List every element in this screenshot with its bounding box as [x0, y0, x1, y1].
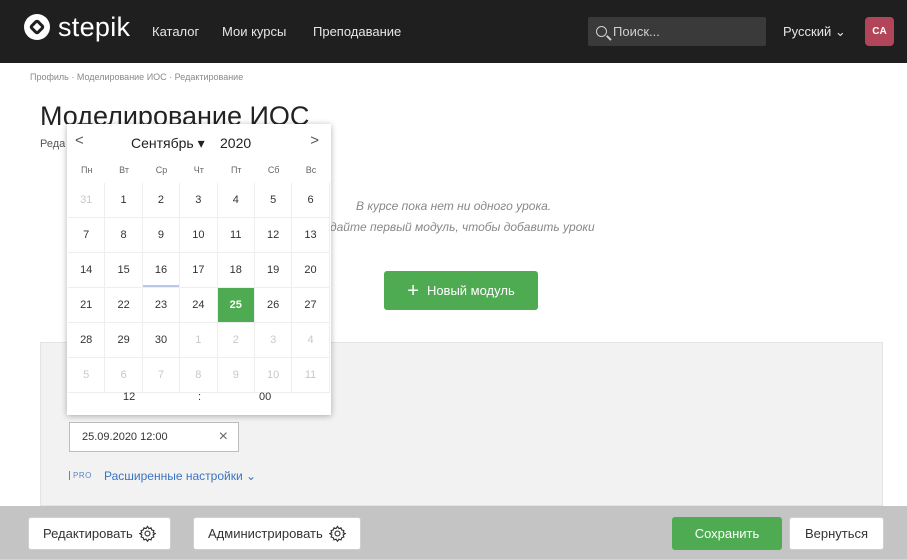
calendar-day[interactable]: 12 — [254, 218, 293, 253]
calendar-day[interactable]: 1 — [180, 323, 218, 358]
nav-link-teaching[interactable]: Преподавание — [313, 24, 401, 39]
brand-name: stepik — [58, 12, 131, 42]
calendar-day[interactable]: 20 — [292, 253, 330, 288]
avatar[interactable]: CA — [865, 17, 894, 46]
calendar-day[interactable]: 26 — [254, 288, 293, 323]
time-separator: : — [198, 391, 202, 403]
calendar-day[interactable]: 9 — [142, 218, 181, 253]
calendar-day[interactable]: 13 — [292, 218, 330, 253]
hours-input[interactable]: 12 — [123, 391, 135, 403]
calendar-day[interactable]: 6 — [292, 183, 330, 218]
date-field[interactable]: 25.09.2020 12:00 × — [69, 422, 239, 452]
search-placeholder: Поиск... — [613, 24, 660, 39]
edit-tab-label[interactable]: Реда — [40, 138, 65, 150]
gear-icon — [138, 525, 156, 542]
time-picker: 12 : 00 — [67, 382, 331, 414]
calendar-day[interactable]: 5 — [254, 183, 293, 218]
calendar-day[interactable]: 3 — [254, 323, 293, 358]
calendar-day[interactable]: 17 — [180, 253, 218, 288]
calendar-day[interactable]: 16 — [142, 253, 181, 288]
calendar-day[interactable]: 22 — [105, 288, 143, 323]
save-button[interactable]: Сохранить — [672, 517, 782, 550]
calendar-day[interactable]: 4 — [292, 323, 330, 358]
calendar-day[interactable]: 2 — [142, 183, 181, 218]
calendar-day[interactable]: 27 — [292, 288, 330, 323]
stepik-logo[interactable]: stepik — [24, 12, 131, 42]
weekday-label: Сб — [267, 165, 280, 175]
top-nav: stepik Каталог Мои курсы Преподавание По… — [0, 0, 907, 63]
month-select[interactable]: Сентябрь ▾ — [131, 135, 205, 152]
new-module-label: Новый модуль — [426, 283, 515, 298]
administer-button[interactable]: Администрировать — [193, 517, 361, 550]
logo-icon — [24, 14, 50, 40]
calendar-day[interactable]: 23 — [142, 288, 181, 323]
weekday-label: Вт — [119, 165, 129, 175]
date-field-value: 25.09.2020 12:00 — [82, 431, 168, 443]
calendar-day[interactable]: 10 — [180, 218, 218, 253]
calendar-day[interactable]: 31 — [68, 183, 106, 218]
calendar-day[interactable]: 8 — [105, 218, 143, 253]
weekday-label: Вс — [305, 165, 317, 175]
search-input[interactable]: Поиск... — [588, 17, 766, 46]
calendar-grid: Пн Вт Ср Чт Пт Сб Вс 31 1 2 3 4 5 6 7 8 9 10 11 12 13… — [68, 157, 330, 393]
prev-month-icon[interactable]: < — [75, 132, 84, 149]
year-label[interactable]: 2020 — [220, 135, 251, 151]
clear-date-icon[interactable]: × — [219, 429, 228, 445]
language-select[interactable]: Русский ⌄ — [783, 24, 846, 40]
back-button[interactable]: Вернуться — [789, 517, 884, 550]
calendar-day-selected[interactable]: 25 — [217, 288, 255, 323]
weekday-label: Чт — [193, 165, 204, 175]
weekday-label: Пн — [80, 165, 93, 175]
nav-link-my-courses[interactable]: Мои курсы — [222, 24, 286, 39]
edit-button[interactable]: Редактировать — [28, 517, 171, 550]
empty-state-line-1: В курсе пока нет ни одного урока. — [356, 199, 552, 213]
calendar-day[interactable]: 7 — [68, 218, 106, 253]
search-icon — [596, 26, 607, 37]
next-month-icon[interactable]: > — [310, 132, 319, 149]
calendar-day[interactable]: 21 — [68, 288, 106, 323]
administer-button-label: Администрировать — [208, 526, 323, 541]
new-module-button[interactable]: + Новый модуль — [384, 271, 538, 310]
weekday-label: Ср — [155, 165, 168, 175]
calendar-day[interactable]: 19 — [254, 253, 293, 288]
minutes-input[interactable]: 00 — [259, 391, 271, 403]
plus-icon: + — [407, 279, 419, 302]
weekday-label: Пт — [230, 165, 242, 175]
calendar-day[interactable]: 29 — [105, 323, 143, 358]
date-picker: < Сентябрь ▾ 2020 > Пн Вт Ср Чт Пт Сб Вс… — [67, 124, 331, 415]
edit-button-label: Редактировать — [43, 526, 133, 541]
calendar-day[interactable]: 11 — [217, 218, 255, 253]
calendar-day[interactable]: 2 — [217, 323, 255, 358]
gear-icon — [328, 525, 346, 542]
calendar-day[interactable]: 14 — [68, 253, 106, 288]
nav-link-catalog[interactable]: Каталог — [152, 24, 199, 39]
pro-badge: PRO — [69, 471, 92, 480]
calendar-day[interactable]: 15 — [105, 253, 143, 288]
empty-state-line-2: дайте первый модуль, чтобы добавить урок… — [330, 220, 595, 234]
calendar-day[interactable]: 4 — [217, 183, 255, 218]
calendar-day[interactable]: 30 — [142, 323, 181, 358]
calendar-day[interactable]: 1 — [105, 183, 143, 218]
calendar-day[interactable]: 18 — [217, 253, 255, 288]
advanced-settings-toggle[interactable]: Расширенные настройки ⌄ — [104, 469, 256, 483]
calendar-day[interactable]: 24 — [180, 288, 218, 323]
calendar-day[interactable]: 3 — [180, 183, 218, 218]
calendar-day[interactable]: 28 — [68, 323, 106, 358]
breadcrumb[interactable]: Профиль · Моделирование ИОС · Редактиров… — [30, 72, 243, 82]
